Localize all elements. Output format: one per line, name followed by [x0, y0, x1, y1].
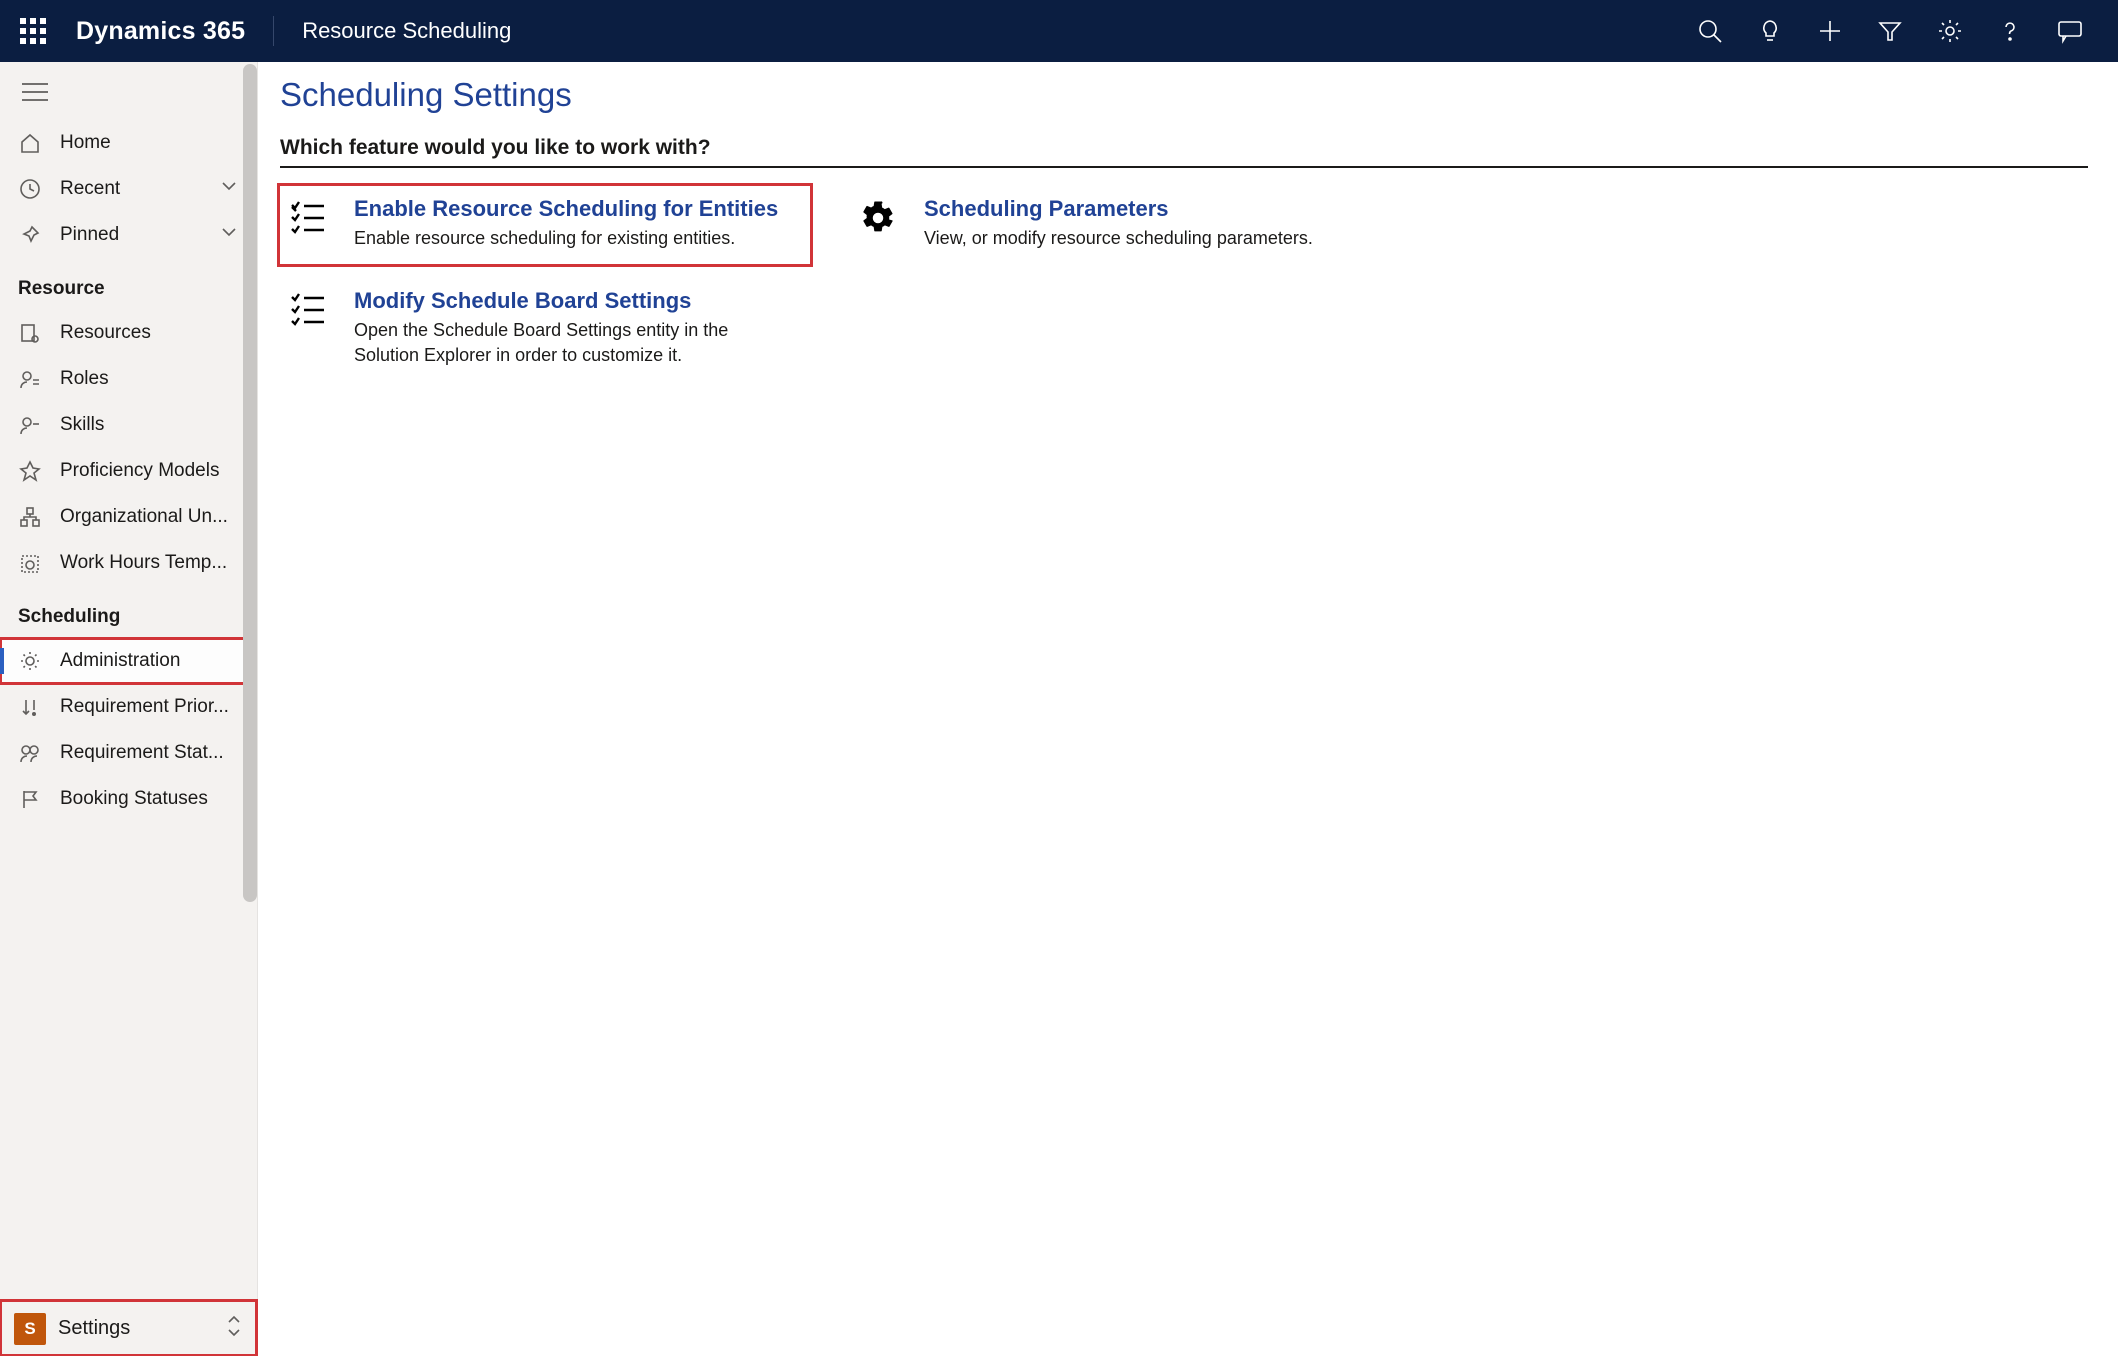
- filter-icon[interactable]: [1860, 0, 1920, 62]
- add-icon[interactable]: [1800, 0, 1860, 62]
- priority-icon: [18, 695, 42, 719]
- nav-roles[interactable]: Roles: [0, 356, 257, 402]
- flag-icon: [18, 787, 42, 811]
- nav-section-scheduling: Scheduling: [0, 586, 257, 638]
- sidebar-scrollbar[interactable]: [243, 64, 257, 902]
- tile-enable-resource-scheduling[interactable]: Enable Resource Scheduling for Entities …: [280, 186, 810, 264]
- nav-label: Skills: [60, 414, 104, 436]
- nav-work-hours-templates[interactable]: Work Hours Temp...: [0, 540, 257, 586]
- nav-section-resource: Resource: [0, 258, 257, 310]
- page-title: Scheduling Settings: [280, 76, 2088, 114]
- clock-icon: [18, 177, 42, 201]
- nav-proficiency-models[interactable]: Proficiency Models: [0, 448, 257, 494]
- chevron-down-icon: [219, 222, 239, 248]
- skills-icon: [18, 413, 42, 437]
- nav-label: Resources: [60, 322, 151, 344]
- chevron-down-icon: [219, 176, 239, 202]
- search-icon[interactable]: [1680, 0, 1740, 62]
- nav-home[interactable]: Home: [0, 120, 257, 166]
- nav-pinned[interactable]: Pinned: [0, 212, 257, 258]
- product-brand: Dynamics 365: [76, 17, 245, 46]
- nav-label: Requirement Prior...: [60, 696, 229, 718]
- gear-icon: [18, 649, 42, 673]
- tile-title: Scheduling Parameters: [924, 196, 1313, 222]
- lightbulb-icon[interactable]: [1740, 0, 1800, 62]
- help-icon[interactable]: [1980, 0, 2040, 62]
- chevron-updown-icon: [225, 1314, 243, 1344]
- header-divider: [273, 16, 274, 46]
- nav-requirement-priorities[interactable]: Requirement Prior...: [0, 684, 257, 730]
- nav-label: Booking Statuses: [60, 788, 208, 810]
- calendar-icon: [18, 551, 42, 575]
- tile-description: Enable resource scheduling for existing …: [354, 226, 778, 250]
- nav-label: Administration: [60, 650, 180, 672]
- nav-requirement-statuses[interactable]: Requirement Stat...: [0, 730, 257, 776]
- nav-administration[interactable]: Administration: [0, 638, 257, 684]
- star-icon: [18, 459, 42, 483]
- checklist-icon: [288, 200, 328, 240]
- main-content: Scheduling Settings Which feature would …: [258, 62, 2118, 1356]
- checklist-icon: [288, 292, 328, 332]
- nav-label: Pinned: [60, 224, 119, 246]
- nav-recent[interactable]: Recent: [0, 166, 257, 212]
- settings-icon[interactable]: [1920, 0, 1980, 62]
- top-nav-bar: Dynamics 365 Resource Scheduling: [0, 0, 2118, 62]
- home-icon: [18, 131, 42, 155]
- area-badge: S: [14, 1313, 46, 1345]
- left-nav-sidebar: Home Recent Pinned Resource Resources Ro…: [0, 62, 258, 1356]
- status-icon: [18, 741, 42, 765]
- tile-scheduling-parameters[interactable]: Scheduling Parameters View, or modify re…: [850, 186, 1380, 264]
- nav-resources[interactable]: Resources: [0, 310, 257, 356]
- gear-solid-icon: [858, 200, 898, 240]
- page-prompt: Which feature would you like to work wit…: [280, 136, 2088, 168]
- tile-modify-schedule-board[interactable]: Modify Schedule Board Settings Open the …: [280, 278, 810, 381]
- nav-label: Recent: [60, 178, 120, 200]
- nav-skills[interactable]: Skills: [0, 402, 257, 448]
- app-name[interactable]: Resource Scheduling: [302, 18, 511, 44]
- tile-description: Open the Schedule Board Settings entity …: [354, 318, 764, 367]
- area-switcher[interactable]: S Settings: [0, 1300, 257, 1356]
- tile-title: Modify Schedule Board Settings: [354, 288, 764, 314]
- nav-label: Proficiency Models: [60, 460, 219, 482]
- nav-label: Home: [60, 132, 111, 154]
- area-label: Settings: [58, 1317, 130, 1340]
- nav-label: Requirement Stat...: [60, 742, 224, 764]
- hamburger-icon[interactable]: [0, 62, 257, 120]
- app-launcher-icon[interactable]: [18, 16, 48, 46]
- roles-icon: [18, 367, 42, 391]
- nav-label: Work Hours Temp...: [60, 552, 227, 574]
- resource-icon: [18, 321, 42, 345]
- org-icon: [18, 505, 42, 529]
- nav-booking-statuses[interactable]: Booking Statuses: [0, 776, 257, 822]
- nav-label: Roles: [60, 368, 109, 390]
- tile-description: View, or modify resource scheduling para…: [924, 226, 1313, 250]
- nav-org-units[interactable]: Organizational Un...: [0, 494, 257, 540]
- pin-icon: [18, 223, 42, 247]
- tile-title: Enable Resource Scheduling for Entities: [354, 196, 778, 222]
- nav-label: Organizational Un...: [60, 506, 228, 528]
- assistant-icon[interactable]: [2040, 0, 2100, 62]
